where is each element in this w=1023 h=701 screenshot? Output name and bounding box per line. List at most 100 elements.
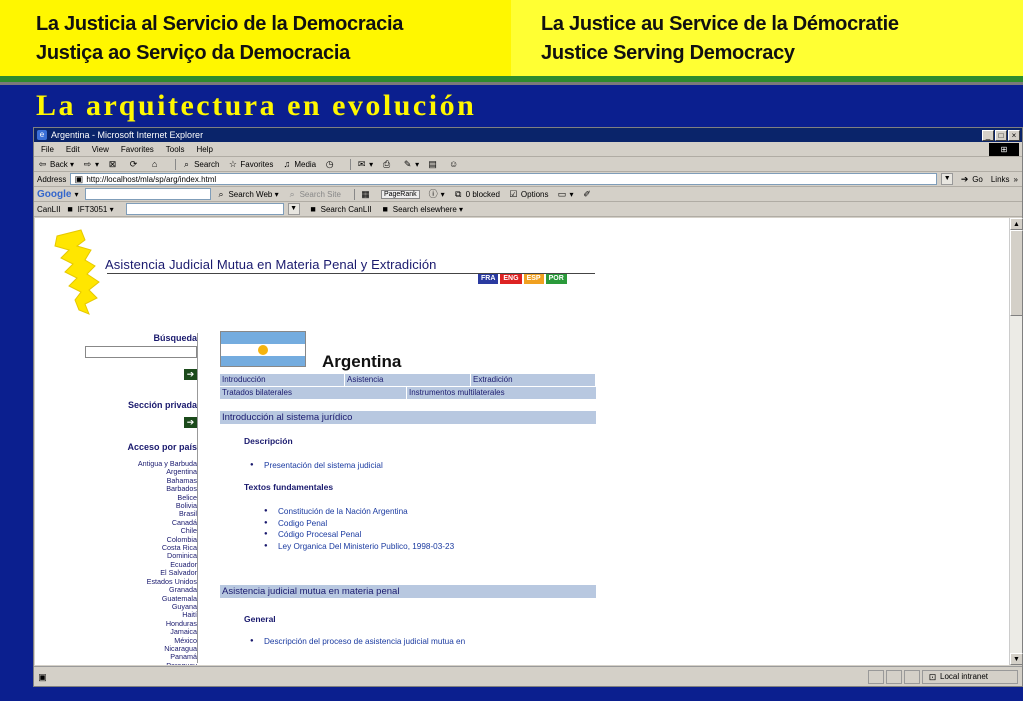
menu-bar: File Edit View Favorites Tools Help ⊞ xyxy=(34,142,1022,157)
page-status-icon: ▣ xyxy=(38,671,47,682)
print-button[interactable]: ⎙ xyxy=(381,159,394,169)
search-site-button[interactable]: ⌕ Search Site xyxy=(287,189,341,199)
lang-por-button[interactable]: POR xyxy=(545,274,567,284)
header-french: La Justice au Service de la Démocratie xyxy=(541,13,899,35)
printer-icon: ⎙ xyxy=(383,159,391,169)
link-item[interactable]: Descripción del proceso de asistencia ju… xyxy=(250,636,465,648)
info-icon: ⓘ xyxy=(428,189,438,199)
tab-asistencia[interactable]: Asistencia xyxy=(345,374,470,386)
menu-favorites[interactable]: Favorites xyxy=(121,145,154,154)
google-logo[interactable]: Google xyxy=(37,189,71,200)
highlight-button[interactable]: ✐ xyxy=(582,189,595,199)
search-elsewhere-label: Search elsewhere xyxy=(392,204,457,214)
media-button[interactable]: ♫ Media xyxy=(281,159,316,169)
search-site-label: Search Site xyxy=(299,189,341,199)
scroll-up-button[interactable]: ▲ xyxy=(1010,218,1023,230)
search-heading: Búsqueda xyxy=(153,333,197,343)
search-web-button[interactable]: ⌕ Search Web ▾ xyxy=(215,189,278,199)
google-search-input[interactable] xyxy=(85,188,212,200)
site-logo xyxy=(54,229,100,315)
favorites-button[interactable]: ☆ Favorites xyxy=(227,159,273,169)
search-go-button[interactable]: ➔ xyxy=(184,369,197,380)
sidebar-divider xyxy=(197,333,198,663)
go-label: Go xyxy=(972,174,983,184)
site-sidebar: Búsqueda ➔ Sección privada ➔ Acceso por … xyxy=(75,333,197,665)
country-link[interactable]: Guyana xyxy=(75,602,197,611)
stop-button[interactable]: ⊠ xyxy=(107,159,120,169)
menu-file[interactable]: File xyxy=(41,145,54,154)
page-info-button[interactable]: ⓘ ▾ xyxy=(428,189,445,199)
link-item[interactable]: Constitución de la Nación Argentina xyxy=(264,506,454,518)
search-canlii-button[interactable]: ■ Search CanLII xyxy=(308,204,372,214)
link-item[interactable]: Ley Organica Del Ministerio Publico, 199… xyxy=(264,541,454,553)
links-button[interactable]: Links xyxy=(991,175,1010,184)
home-button[interactable]: ⌂ xyxy=(149,159,162,169)
tab-extradicion[interactable]: Extradición xyxy=(471,374,595,386)
history-icon: ◷ xyxy=(325,159,334,169)
pagerank-label: PageRank xyxy=(380,189,420,199)
search-canlii-label: Search CanLII xyxy=(320,204,372,214)
menu-tools[interactable]: Tools xyxy=(166,145,185,154)
canlii-dropdown[interactable]: ■ IFT3051 ▾ xyxy=(65,204,113,214)
link-item[interactable]: Código Procesal Penal xyxy=(264,529,454,541)
address-bar: Address ▣ http://localhost/mla/sp/arg/in… xyxy=(34,172,1022,187)
close-button[interactable]: × xyxy=(1008,129,1020,141)
folder-button[interactable]: ▭ ▾ xyxy=(557,189,574,199)
square-icon: ■ xyxy=(382,204,388,214)
address-url: http://localhost/mla/sp/arg/index.html xyxy=(86,174,217,184)
go-button[interactable]: ➔ Go xyxy=(959,174,983,184)
scroll-thumb[interactable] xyxy=(1010,230,1023,316)
discuss-button[interactable]: ▤ xyxy=(427,159,440,169)
news-icon: ▦ xyxy=(361,189,370,199)
refresh-button[interactable]: ⟳ xyxy=(128,159,141,169)
menu-help[interactable]: Help xyxy=(196,145,212,154)
canlii-input-dropdown[interactable]: ▼ xyxy=(287,203,300,215)
media-icon: ♫ xyxy=(283,159,291,169)
news-button[interactable]: ▦ xyxy=(360,189,373,199)
edit-icon: ✎ xyxy=(403,159,412,169)
edit-button[interactable]: ✎ ▾ xyxy=(402,159,419,169)
menu-edit[interactable]: Edit xyxy=(66,145,80,154)
standard-toolbar: ⇦ Back ▾ ⇨ ▾ ⊠ ⟳ ⌂ ⌕ Search ☆ Favorites ♫ Med… xyxy=(34,157,1022,172)
lang-eng-button[interactable]: ENG xyxy=(500,274,522,284)
private-go-button[interactable]: ➔ xyxy=(184,417,197,428)
back-button[interactable]: ⇦ Back ▾ xyxy=(37,159,74,169)
canlii-search-input[interactable] xyxy=(125,203,284,215)
mail-button[interactable]: ✉ ▾ xyxy=(356,159,373,169)
minimize-button[interactable]: _ xyxy=(982,129,994,141)
tab-instrumentos-multilaterales[interactable]: Instrumentos multilaterales xyxy=(407,387,596,399)
gray-stripe xyxy=(0,82,1023,85)
messenger-button[interactable]: ☺ xyxy=(448,159,461,169)
general-heading: General xyxy=(244,614,276,624)
history-button[interactable]: ◷ xyxy=(324,159,337,169)
country-link[interactable]: Canadá xyxy=(75,518,197,527)
star-icon: ☆ xyxy=(228,159,237,169)
link-item[interactable]: Presentación del sistema judicial xyxy=(250,460,383,472)
site-search-input[interactable] xyxy=(85,346,197,358)
forward-button[interactable]: ⇨ ▾ xyxy=(82,159,99,169)
browser-window: e Argentina - Microsoft Internet Explore… xyxy=(33,127,1023,687)
menu-view[interactable]: View xyxy=(92,145,109,154)
address-input[interactable]: ▣ http://localhost/mla/sp/arg/index.html xyxy=(70,173,938,185)
address-dropdown-button[interactable]: ▼ xyxy=(941,173,954,185)
status-cell-1 xyxy=(868,669,884,684)
pagerank-indicator[interactable]: PageRank xyxy=(380,189,420,199)
scroll-down-button[interactable]: ▼ xyxy=(1010,653,1023,665)
tab-tratados-bilaterales[interactable]: Tratados bilaterales xyxy=(220,387,406,399)
options-button[interactable]: ☑ Options xyxy=(508,189,549,199)
link-item[interactable]: Codigo Penal xyxy=(264,518,454,530)
popup-blocker[interactable]: ⧉ 0 blocked xyxy=(453,189,500,199)
maximize-button[interactable]: □ xyxy=(995,129,1007,141)
search-elsewhere-button[interactable]: ■ Search elsewhere ▾ xyxy=(380,204,464,214)
options-label: Options xyxy=(520,189,549,199)
lang-fra-button[interactable]: FRA xyxy=(478,274,499,284)
lang-esp-button[interactable]: ESP xyxy=(523,274,544,284)
chevron-right-icon[interactable]: » xyxy=(1014,175,1018,184)
country-link[interactable]: Paraguay xyxy=(75,661,197,665)
search-button[interactable]: ⌕ Search xyxy=(181,159,219,169)
general-list: Descripción del proceso de asistencia ju… xyxy=(250,636,465,648)
vertical-scrollbar[interactable]: ▲ ▼ xyxy=(1009,218,1023,665)
canlii-label: CanLII xyxy=(37,204,61,214)
browser-title-bar: e Argentina - Microsoft Internet Explore… xyxy=(34,128,1022,142)
tab-introduccion[interactable]: Introducción xyxy=(220,374,344,386)
